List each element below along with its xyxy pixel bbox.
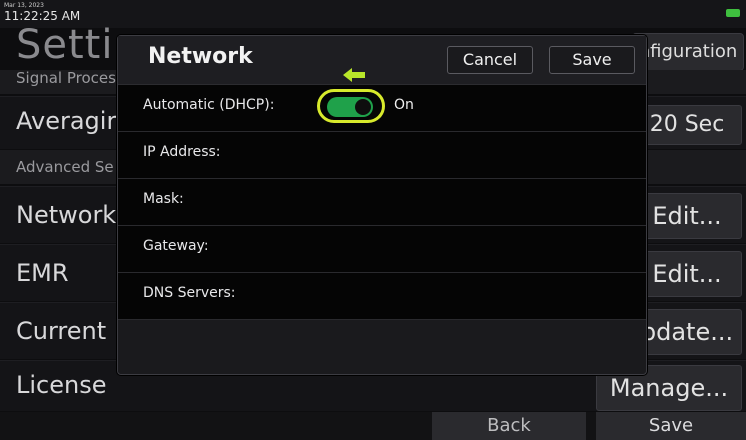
status-date: Mar 13, 2023 [4, 2, 44, 9]
dialog-cancel-button[interactable]: Cancel [447, 46, 533, 74]
row-label: EMR [16, 259, 69, 287]
status-time: 11:22:25 AM [4, 9, 81, 23]
row-label: License [16, 371, 107, 399]
dialog-save-button[interactable]: Save [549, 46, 635, 74]
ip-address-label: IP Address: [143, 144, 221, 160]
dns-servers-label: DNS Servers: [143, 285, 236, 301]
network-edit-button[interactable]: Edit... [632, 193, 742, 239]
row-label: Current [16, 317, 107, 345]
ip-address-row[interactable]: IP Address: [118, 132, 646, 179]
mask-label: Mask: [143, 191, 184, 207]
configuration-button[interactable]: nfiguration [632, 33, 744, 71]
bottom-bar: Back Save [0, 412, 746, 440]
dhcp-state: On [394, 97, 414, 113]
emr-edit-button[interactable]: Edit... [632, 251, 742, 297]
page-title: Settir [16, 22, 131, 68]
dhcp-label: Automatic (DHCP): [143, 97, 275, 113]
gateway-label: Gateway: [143, 238, 209, 254]
row-label: Averagir [16, 107, 117, 135]
row-label: Network [16, 201, 117, 229]
battery-icon [726, 9, 740, 17]
save-button[interactable]: Save [596, 412, 746, 440]
dns-servers-row[interactable]: DNS Servers: [118, 273, 646, 320]
dhcp-toggle[interactable] [327, 97, 373, 117]
network-dialog: Network Cancel Save Automatic (DHCP): On… [117, 35, 647, 375]
back-button[interactable]: Back [432, 412, 586, 440]
dialog-header: Network Cancel Save [118, 36, 646, 85]
section-label: Advanced Se [16, 158, 114, 176]
dhcp-row: Automatic (DHCP): On [118, 68, 646, 132]
toggle-knob [355, 99, 371, 115]
gateway-row[interactable]: Gateway: [118, 226, 646, 273]
arrow-left-icon [343, 68, 365, 82]
averaging-button[interactable]: 20 Sec [632, 105, 742, 145]
mask-row[interactable]: Mask: [118, 179, 646, 226]
dialog-title: Network [148, 44, 253, 69]
dialog-footer [118, 320, 646, 374]
update-button[interactable]: pdate... [632, 309, 742, 355]
section-label: Signal Proces [16, 69, 116, 87]
